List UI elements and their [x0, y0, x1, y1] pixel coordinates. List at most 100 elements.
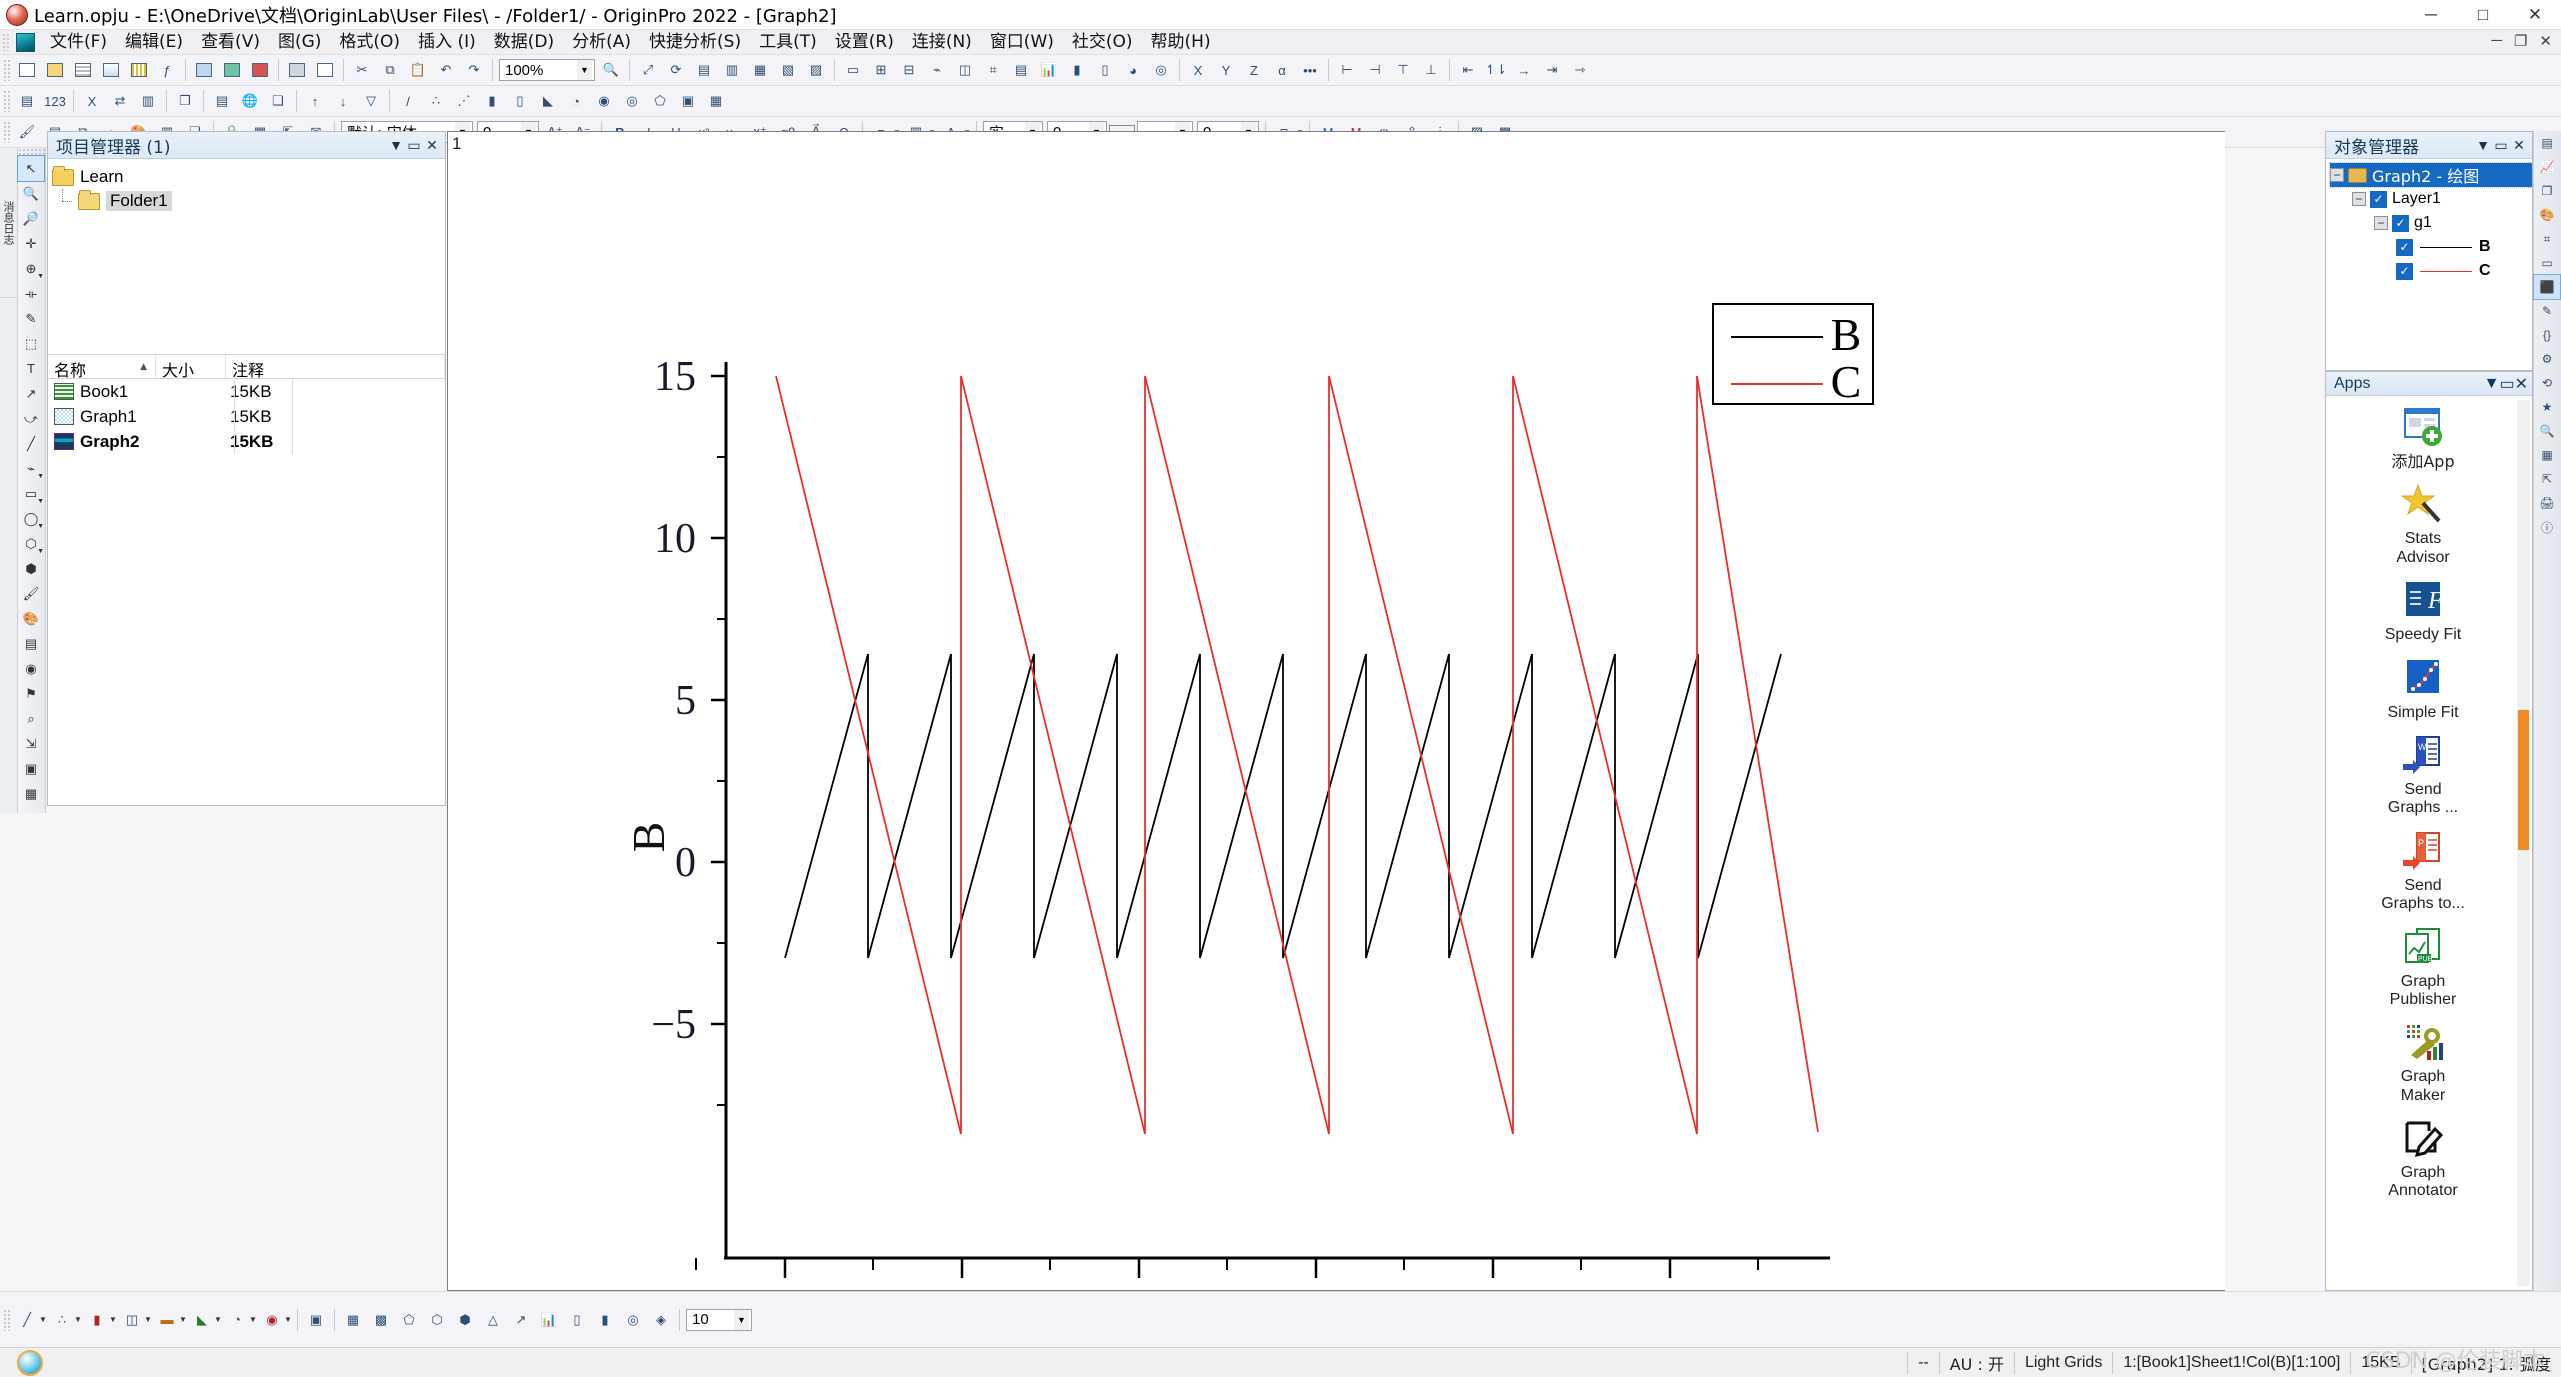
line-plot-tool-icon[interactable]: ╱ [14, 1307, 40, 1333]
app-graph-maker[interactable]: Graph Maker [2332, 1013, 2514, 1109]
page-setup-icon[interactable]: ▤ [1008, 57, 1034, 83]
object-group-g1[interactable]: − ✓ g1 [2330, 211, 2532, 235]
tree-node-folder1[interactable]: Folder1 [52, 189, 441, 213]
chevron-down-icon[interactable]: ▼ [387, 137, 405, 153]
rail-settings-icon[interactable]: ⚙ [2534, 347, 2560, 371]
align-bottom-icon[interactable]: ⊥ [1418, 57, 1444, 83]
save-project-icon[interactable] [247, 57, 273, 83]
undo-icon[interactable]: ↶ [433, 57, 459, 83]
3d-surface-icon[interactable]: ⬠ [647, 88, 673, 114]
align-left-icon[interactable]: ⊢ [1334, 57, 1360, 83]
area-plot-tool-icon[interactable]: ◣ [189, 1307, 215, 1333]
close-icon[interactable]: ✕ [2515, 374, 2528, 394]
specialized-plot-icon[interactable]: ◈ [648, 1307, 674, 1333]
chevron-down-icon[interactable]: ▼ [214, 1315, 223, 1324]
rail-favorites-icon[interactable]: ★ [2534, 395, 2560, 419]
align-right-icon[interactable]: ⊤ [1390, 57, 1416, 83]
statistics-plot-icon[interactable]: 📊 [536, 1307, 562, 1333]
doc-close-button[interactable]: ✕ [2534, 32, 2557, 50]
copy-page-icon[interactable] [312, 57, 338, 83]
align-center-icon[interactable]: ⊣ [1362, 57, 1388, 83]
object-tool-icon[interactable]: ⬢ [18, 556, 44, 581]
pin-icon[interactable]: ▭ [405, 137, 423, 154]
toolbar-grip-1[interactable] [3, 59, 10, 81]
insert-graph-tool-icon[interactable]: ▣ [18, 756, 44, 781]
stacked-column-icon[interactable]: ▯ [507, 88, 533, 114]
collapse-icon[interactable]: − [2374, 216, 2388, 230]
menu-tools[interactable]: 工具(T) [750, 30, 826, 54]
new-workbook-icon[interactable] [70, 57, 96, 83]
world-map-icon[interactable]: 🌐 [237, 88, 263, 114]
apps-scrollbar-thumb[interactable] [2518, 710, 2529, 850]
pointer-tool-icon[interactable]: ↖ [17, 155, 45, 182]
toolbar-grip-3[interactable] [3, 121, 10, 143]
region-tool-icon[interactable]: ⬡ ▼ [18, 531, 44, 556]
region-select-tool-icon[interactable]: ⬚ [18, 331, 44, 356]
greek-alpha-icon[interactable]: α [1269, 57, 1295, 83]
axis-dialog-icon[interactable]: ⌗ [980, 57, 1006, 83]
graph-workspace[interactable]: 1 B C 15 10 5 0 −5 B [447, 131, 2225, 1291]
chevron-down-icon[interactable]: ▼ [2484, 375, 2500, 393]
rail-apps-icon[interactable]: ⬛ [2533, 274, 2561, 300]
toolbar-grip-4[interactable] [3, 1308, 10, 1331]
chevron-down-icon[interactable]: ▼ [37, 473, 44, 480]
column-header-name[interactable]: 名称 ▲ [48, 355, 156, 380]
maximize-button[interactable]: □ [2457, 0, 2509, 30]
rail-template-icon[interactable]: ▦ [2534, 443, 2560, 467]
merge-graph-icon[interactable]: ▧ [775, 57, 801, 83]
doc-restore-button[interactable]: ❐ [2509, 32, 2532, 50]
refresh-icon[interactable]: ⟳ [663, 57, 689, 83]
image-plot-icon[interactable]: ▣ [675, 88, 701, 114]
chevron-down-icon[interactable]: ▼ [179, 1315, 188, 1324]
app-simple-fit[interactable]: Simple Fit [2332, 649, 2514, 726]
goto-page-icon[interactable]: ⇾ [1567, 57, 1593, 83]
3d-bar-icon[interactable]: ⬢ [452, 1307, 478, 1333]
status-auto-update[interactable]: AU : 开 [1938, 1351, 2014, 1374]
vector-plot-icon[interactable]: ↗ [508, 1307, 534, 1333]
prev-page-icon[interactable]: ↿⇂ [1483, 57, 1509, 83]
filter-icon[interactable]: ▽ [358, 88, 384, 114]
bar-plot-tool-icon[interactable]: ▬ [154, 1307, 180, 1333]
toolbar-grip-2[interactable] [3, 90, 10, 112]
app-graph-publisher[interactable]: PUB Graph Publisher [2332, 918, 2514, 1014]
graph-window-graph2[interactable]: 1 B C 15 10 5 0 −5 B [447, 131, 2225, 1291]
line-tool-icon[interactable]: ╱ [18, 431, 44, 456]
import-excel-icon[interactable]: X [79, 88, 105, 114]
ternary-icon[interactable]: △ [480, 1307, 506, 1333]
pie-icon[interactable]: ◔ [563, 88, 589, 114]
circle-tool-icon[interactable]: ◯ ▼ [18, 506, 44, 531]
3d-surface-tool-icon[interactable]: ⬡ [424, 1307, 450, 1333]
box-chart-icon[interactable]: ▯ [564, 1307, 590, 1333]
set-column-values-icon[interactable]: 123 [42, 88, 68, 114]
rail-export-icon[interactable]: ⇱ [2534, 467, 2560, 491]
rail-layer-icon[interactable]: ❐ [2534, 179, 2560, 203]
new-function-plot-icon[interactable]: ƒ [154, 57, 180, 83]
rail-history-icon[interactable]: ⟲ [2534, 371, 2560, 395]
rail-styles-icon[interactable]: 🎨 [2534, 203, 2560, 227]
close-button[interactable]: ✕ [2509, 0, 2561, 30]
status-theme[interactable]: Light Grids [2013, 1351, 2112, 1374]
polar-plot-tool-icon[interactable]: ◉ [259, 1307, 285, 1333]
app-graph-annotator[interactable]: Graph Annotator [2332, 1109, 2514, 1205]
app-add-app[interactable]: 添加App [2332, 398, 2514, 475]
menu-quick-analysis[interactable]: 快捷分析(S) [640, 30, 750, 54]
chevron-down-icon[interactable]: ▼ [109, 1315, 118, 1324]
menu-insert[interactable]: 插入 (I) [409, 30, 485, 54]
chevron-down-icon[interactable]: ▼ [39, 1315, 48, 1324]
doc-minimize-button[interactable]: ─ [2486, 32, 2507, 50]
rail-notes-icon[interactable]: ✎ [2534, 299, 2560, 323]
color-chooser-icon[interactable]: 🎨 [18, 606, 44, 631]
extract-graph-icon[interactable]: ▨ [803, 57, 829, 83]
chevron-down-icon[interactable]: ▼ [144, 1315, 153, 1324]
scale-in-icon[interactable]: ⊞ [868, 57, 894, 83]
arrow-tool-icon[interactable]: ↗ [18, 381, 44, 406]
statistics-icon[interactable]: 📊 [1036, 57, 1062, 83]
paste-icon[interactable]: 📋 [405, 57, 431, 83]
scatter-plot-tool-icon[interactable]: ∴ [49, 1307, 75, 1333]
rectangle-tool-icon[interactable]: ▭ ▼ [18, 481, 44, 506]
rail-plot-icon[interactable]: 📈 [2534, 155, 2560, 179]
greek-y-icon[interactable]: Υ [1213, 57, 1239, 83]
colorbar-tool-icon[interactable]: ▤ [18, 631, 44, 656]
status-search-button[interactable] [0, 1349, 60, 1376]
magnifier-tool-icon[interactable]: ⌕ [18, 706, 44, 731]
